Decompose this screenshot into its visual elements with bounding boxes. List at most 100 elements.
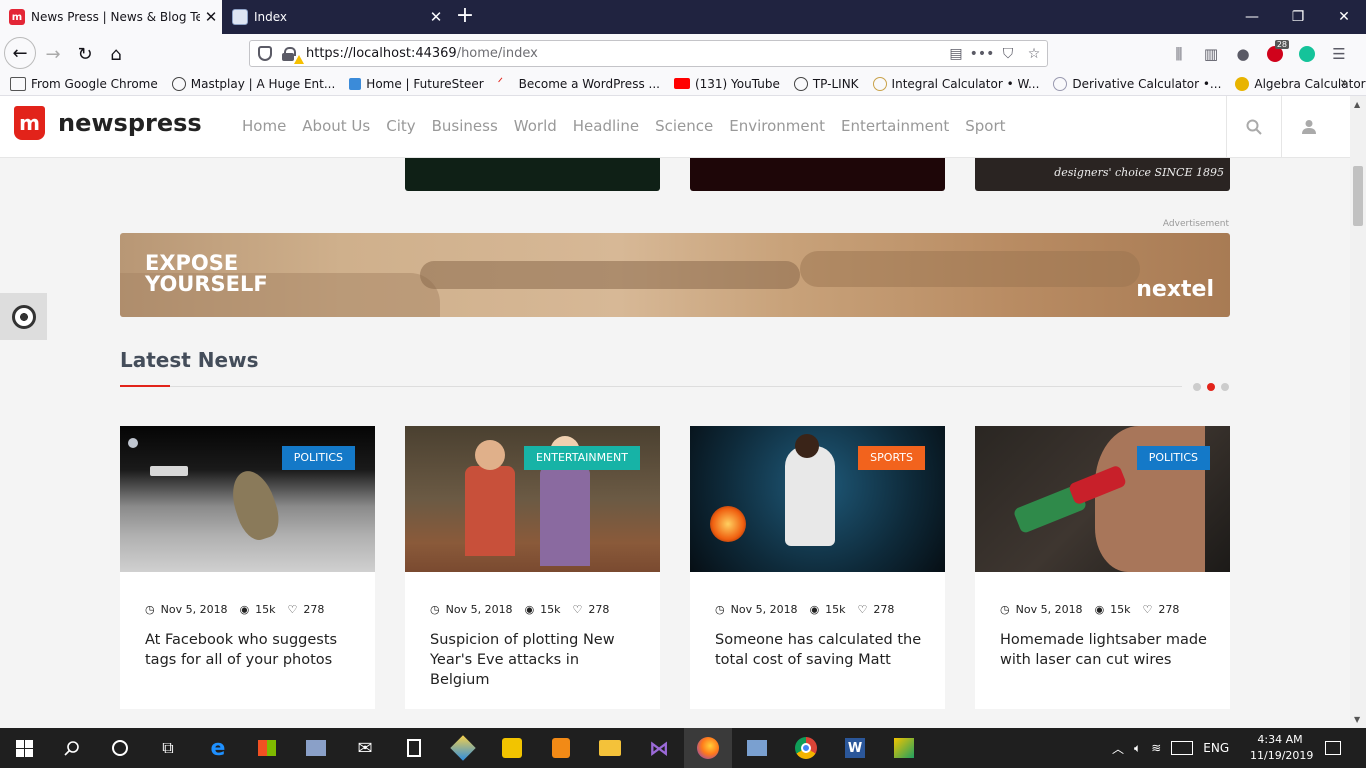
tab-newspress[interactable]: m News Press | News & Blog Temp ✕ xyxy=(0,0,222,34)
forward-button[interactable]: → xyxy=(38,39,68,69)
article-thumbnail[interactable]: designers' choice SINCE 1895 xyxy=(975,158,1230,191)
visual-studio-taskbar-button[interactable]: ⋈ xyxy=(635,728,683,768)
library-icon[interactable]: ⫼ xyxy=(1163,42,1195,66)
firefox-taskbar-button[interactable] xyxy=(684,728,732,768)
card-headline[interactable]: At Facebook who suggests tags for all of… xyxy=(145,630,355,670)
3d-viewer-taskbar-button[interactable] xyxy=(439,728,487,768)
card-image[interactable]: POLITICS xyxy=(975,426,1230,572)
page-scrollbar[interactable]: ▲ ▼ xyxy=(1350,96,1366,728)
app-taskbar-button[interactable] xyxy=(292,728,340,768)
bookmark-item[interactable]: TP-LINK xyxy=(793,76,859,91)
tracking-protection-icon[interactable] xyxy=(258,46,272,61)
home-button[interactable]: ⌂ xyxy=(101,39,131,69)
news-card[interactable]: SPORTS ◷ Nov 5, 2018 ◉ 15k ♡ 278 Someone ha… xyxy=(690,426,945,709)
user-button[interactable] xyxy=(1281,96,1335,158)
card-image[interactable]: POLITICS xyxy=(120,426,375,572)
menu-icon[interactable]: ☰ xyxy=(1323,42,1355,66)
nav-headline[interactable]: Headline xyxy=(573,117,639,135)
news-card[interactable]: ENTERTAINMENT ◷ Nov 5, 2018 ◉ 15k ♡ 278 Sus… xyxy=(405,426,660,709)
category-badge[interactable]: POLITICS xyxy=(281,446,355,470)
close-tab-icon[interactable]: ✕ xyxy=(200,8,222,26)
search-taskbar-button[interactable] xyxy=(48,728,96,768)
cortana-button[interactable] xyxy=(96,728,144,768)
file-explorer-taskbar-button[interactable] xyxy=(586,728,634,768)
news-card[interactable]: POLITICS ◷ Nov 5, 2018 ◉ 15k ♡ 278 Homemade… xyxy=(975,426,1230,709)
nav-city[interactable]: City xyxy=(386,117,415,135)
bookmark-item[interactable]: Integral Calculator • W... xyxy=(872,76,1039,91)
reload-button[interactable]: ↻ xyxy=(70,39,100,69)
nav-business[interactable]: Business xyxy=(432,117,498,135)
bookmark-star-icon[interactable]: ☆ xyxy=(1021,46,1047,62)
store-taskbar-button[interactable] xyxy=(243,728,291,768)
grammarly-icon[interactable] xyxy=(1291,42,1323,66)
start-button[interactable] xyxy=(0,728,48,768)
restore-button[interactable]: ❐ xyxy=(1275,0,1321,34)
bookmark-item[interactable]: ᐟ Become a WordPress ... xyxy=(498,76,660,91)
clock[interactable]: 4:34 AM 11/19/2019 xyxy=(1250,732,1313,764)
new-tab-button[interactable]: + xyxy=(452,4,478,30)
calculator-taskbar-button[interactable] xyxy=(390,728,438,768)
player-taskbar-button[interactable] xyxy=(488,728,536,768)
nav-science[interactable]: Science xyxy=(655,117,713,135)
app-taskbar-button[interactable] xyxy=(733,728,781,768)
language-indicator[interactable]: ENG xyxy=(1203,741,1229,755)
news-card[interactable]: POLITICS ◷ Nov 5, 2018 ◉ 15k ♡ 278 At Faceb… xyxy=(120,426,375,709)
show-hidden-icons[interactable]: ︿ xyxy=(1112,740,1124,757)
article-thumbnail[interactable] xyxy=(690,158,945,191)
sidebar-icon[interactable]: ▥ xyxy=(1195,42,1227,66)
card-headline[interactable]: Suspicion of plotting New Year's Eve att… xyxy=(430,630,640,690)
minimize-button[interactable]: — xyxy=(1229,0,1275,34)
category-badge[interactable]: SPORTS xyxy=(858,446,925,470)
notifications-button[interactable] xyxy=(1310,728,1356,768)
edge-taskbar-button[interactable]: e xyxy=(194,728,242,768)
page-actions-icon[interactable]: ••• xyxy=(969,46,995,62)
bookmark-item[interactable]: Home | FutureSteer xyxy=(349,77,484,91)
advertisement-banner[interactable]: EXPOSE YOURSELF nextel xyxy=(120,233,1230,317)
scrollbar-thumb[interactable] xyxy=(1353,166,1363,226)
nav-home[interactable]: Home xyxy=(242,117,286,135)
url-text[interactable]: https://localhost:44369/home/index xyxy=(306,46,943,61)
app-taskbar-button[interactable] xyxy=(880,728,928,768)
tab-index[interactable]: Index ✕ xyxy=(223,0,447,34)
article-thumbnail[interactable] xyxy=(405,158,660,191)
bookmarks-overflow-icon[interactable]: » xyxy=(1340,75,1349,91)
search-button[interactable] xyxy=(1226,96,1280,158)
chrome-taskbar-button[interactable] xyxy=(782,728,830,768)
task-view-button[interactable]: ⧉ xyxy=(144,728,192,768)
category-badge[interactable]: ENTERTAINMENT xyxy=(524,446,640,470)
carousel-dot[interactable] xyxy=(1207,383,1215,391)
card-image[interactable]: SPORTS xyxy=(690,426,945,572)
card-image[interactable]: ENTERTAINMENT xyxy=(405,426,660,572)
nav-entertainment[interactable]: Entertainment xyxy=(841,117,949,135)
card-headline[interactable]: Homemade lightsaber made with laser can … xyxy=(1000,630,1210,670)
bookmark-item[interactable]: (131) YouTube xyxy=(673,77,780,91)
account-icon[interactable]: ● xyxy=(1227,42,1259,66)
carousel-dot[interactable] xyxy=(1193,383,1201,391)
nav-world[interactable]: World xyxy=(514,117,557,135)
scroll-up-icon[interactable]: ▲ xyxy=(1354,100,1360,109)
nav-environment[interactable]: Environment xyxy=(729,117,825,135)
site-logo[interactable]: m newspress xyxy=(14,106,202,140)
back-button[interactable]: ← xyxy=(4,37,36,69)
pocket-icon[interactable]: ⛉ xyxy=(995,46,1021,62)
close-window-button[interactable]: ✕ xyxy=(1321,0,1366,34)
carousel-dot[interactable] xyxy=(1221,383,1229,391)
bookmark-item[interactable]: Mastplay | A Huge Ent... xyxy=(171,76,335,91)
mail-taskbar-button[interactable]: ✉ xyxy=(341,728,389,768)
card-headline[interactable]: Someone has calculated the total cost of… xyxy=(715,630,925,670)
nav-sport[interactable]: Sport xyxy=(965,117,1005,135)
word-taskbar-button[interactable]: W xyxy=(831,728,879,768)
nav-about-us[interactable]: About Us xyxy=(302,117,370,135)
reader-view-icon[interactable]: ▤ xyxy=(943,46,969,62)
bookmark-item[interactable]: Derivative Calculator •... xyxy=(1053,76,1221,91)
wifi-icon[interactable]: ≋ xyxy=(1151,741,1161,755)
sublime-taskbar-button[interactable] xyxy=(537,728,585,768)
scroll-down-icon[interactable]: ▼ xyxy=(1354,715,1360,724)
volume-icon[interactable]: 🔈︎ xyxy=(1134,741,1141,756)
bookmark-item[interactable]: From Google Chrome xyxy=(10,76,158,91)
side-widget-button[interactable] xyxy=(0,293,47,340)
close-tab-icon[interactable]: ✕ xyxy=(425,8,447,26)
category-badge[interactable]: POLITICS xyxy=(1136,446,1210,470)
keyboard-icon[interactable] xyxy=(1171,741,1194,755)
adblock-icon[interactable]: 28 xyxy=(1259,40,1291,66)
